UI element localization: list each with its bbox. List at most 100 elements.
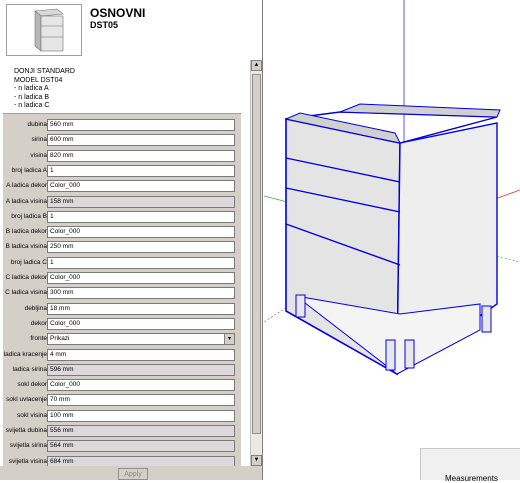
component-thumbnail [6,4,82,56]
attribute-input[interactable]: Color_000 [47,317,235,330]
properties-panel: OSNOVNI DST05 DONJI STANDARD MODEL DST04… [0,0,263,480]
attribute-label: C ladica visina [5,289,47,297]
attribute-input[interactable]: 600 mm [47,134,235,147]
status-bar: Measurements [420,448,520,483]
attribute-value: 158 mm [50,197,74,205]
attribute-label: visina [30,151,47,159]
attribute-value: 1 [50,166,54,174]
attribute-value: Color_000 [50,182,80,190]
attribute-value: 560 mm [50,121,74,128]
attribute-input[interactable]: 1 [47,210,235,223]
component-header: OSNOVNI DST05 [0,0,262,60]
description-line: MODEL DST04 [14,76,63,84]
attribute-input[interactable]: 100 mm [47,409,235,422]
cabinet-leg [404,339,415,369]
attribute-input[interactable]: 820 mm [47,149,235,162]
apply-button[interactable]: Apply [118,468,148,480]
attribute-row: debljina 18 mm [3,302,241,316]
description-line: - n ladica A [14,85,49,92]
attribute-label: broj ladica C [10,258,47,266]
attribute-input[interactable]: Color_000 [47,272,235,284]
attribute-input[interactable]: Color_000 [47,180,235,193]
attribute-value: 4 mm [50,350,67,358]
cabinet-leg [385,339,396,371]
attribute-value: Color_000 [50,228,80,236]
attribute-label: dekor [30,319,47,327]
cabinet-leg [481,305,492,333]
attribute-input[interactable]: 70 mm [47,394,235,407]
attribute-label: debljina [24,304,47,312]
attribute-value: 596 mm [50,365,74,373]
attribute-value: Color_000 [50,381,80,389]
attribute-label: B ladica dekor [5,228,47,236]
scroll-down-icon[interactable]: ▼ [251,455,262,466]
attribute-label: sokl uvlacenje [6,396,47,404]
attribute-row: A ladica dekor Color_000 [3,179,241,193]
attribute-label: B ladica visina [5,243,47,251]
3d-viewport[interactable] [264,0,520,480]
attribute-row: sirina 600 mm [3,133,241,147]
component-description: DONJI STANDARD MODEL DST04 - n ladica A … [14,68,75,111]
attribute-value: 100 mm [50,411,74,419]
attribute-value: 300 mm [50,289,74,297]
attribute-input[interactable]: 1 [47,256,235,269]
attribute-row: visina 820 mm [3,149,241,163]
panel-footer: Apply [0,466,262,480]
attribute-value: 1 [50,212,54,220]
attribute-label: sokl visina [17,411,47,419]
attribute-input[interactable]: 560 mm [47,119,235,131]
description-line: - n ladica C [14,102,50,109]
attribute-input: 684 mm [47,455,235,466]
cabinet-model [284,103,501,376]
attribute-input[interactable]: 250 mm [47,241,235,254]
component-code: DST05 [90,20,119,30]
attribute-input[interactable]: Color_000 [47,226,235,239]
attribute-input[interactable]: 18 mm [47,302,235,315]
attribute-input[interactable]: 1 [47,164,235,177]
attribute-row: broj ladica A1 [3,164,241,178]
cabinet-leg [295,294,306,318]
attribute-form: dubina 560 mm sirina 600 mm visina 820 mm broj… [3,113,241,466]
scrollbar-thumb[interactable] [252,74,261,434]
attribute-input: 158 mm [47,195,235,208]
measurements-label: Measurements [445,474,498,483]
attribute-input: 596 mm [47,363,235,376]
attribute-row: fronte Prikazi ▾ [3,332,241,346]
attribute-label: A ladica visina [5,197,47,205]
attribute-label: ladica sirina [12,365,47,373]
attribute-row: broj ladica B1 [3,210,241,224]
attribute-row: svijetla dubina 556 mm [3,424,241,438]
attribute-row: svijetla sirina 564 mm [3,439,241,453]
attribute-input[interactable]: 4 mm [47,348,235,361]
attribute-value: 18 mm [50,304,70,312]
description-line: DONJI STANDARD [14,68,75,75]
attribute-row: svijetla visina 684 mm [3,455,241,466]
panel-scrollbar[interactable]: ▲ ▼ [250,60,262,466]
attribute-row: broj ladica C1 [3,256,241,270]
attribute-row: sokl dekor Color_000 [3,378,241,392]
attribute-value: Prikazi [50,335,70,343]
attribute-label: broj ladica A [11,166,47,174]
attribute-input: 556 mm [47,425,235,437]
component-title: OSNOVNI [90,6,146,20]
attribute-value: 250 mm [50,243,74,251]
attribute-input[interactable]: Color_000 [47,379,235,392]
attribute-row: sokl visina 100 mm [3,409,241,423]
attribute-row: C ladica dekor Color_000 [3,271,241,285]
attribute-value: 820 mm [50,151,74,159]
attribute-input: 564 mm [47,440,235,453]
attribute-input[interactable]: 300 mm [47,287,235,300]
attribute-row: ladica sirina 596 mm [3,363,241,377]
attribute-select[interactable]: Prikazi ▾ [47,333,235,346]
attribute-row: B ladica dekor Color_000 [3,225,241,239]
attribute-value: 556 mm [50,427,74,434]
attribute-label: ladica kracenje [3,350,47,358]
attribute-label: sokl dekor [17,381,47,389]
attribute-value: 564 mm [50,442,74,450]
scroll-up-icon[interactable]: ▲ [251,60,262,71]
attribute-label: fronte [30,335,47,343]
attribute-label: sirina [31,136,47,144]
attribute-row: B ladica visina 250 mm [3,240,241,254]
attribute-value: 70 mm [50,396,70,404]
chevron-down-icon[interactable]: ▾ [224,334,234,345]
